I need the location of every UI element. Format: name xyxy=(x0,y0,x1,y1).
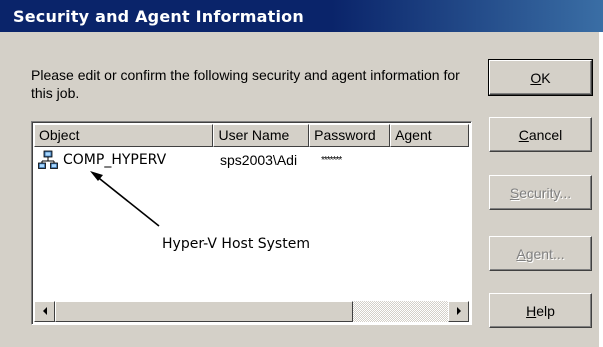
annotation-label: Hyper-V Host System xyxy=(162,236,310,252)
security-label: ecurity... xyxy=(519,184,572,201)
right-arrow-icon xyxy=(456,307,461,315)
security-button[interactable]: Security... xyxy=(489,175,592,210)
cancel-label: ancel xyxy=(528,126,563,143)
security-accel: S xyxy=(509,184,520,201)
dialog-title: Security and Agent Information xyxy=(13,7,304,26)
scroll-left-button[interactable] xyxy=(34,301,55,322)
cancel-button[interactable]: Cancel xyxy=(489,117,592,152)
ok-label: K xyxy=(541,69,551,86)
scroll-right-button[interactable] xyxy=(448,301,469,322)
instruction-text: Please edit or confirm the following sec… xyxy=(31,67,460,101)
annotation-arrow xyxy=(90,171,160,227)
agent-accel: A xyxy=(516,245,526,262)
help-label: elp xyxy=(536,302,555,319)
horizontal-scrollbar[interactable] xyxy=(34,301,469,322)
cancel-accel: C xyxy=(518,126,529,143)
agent-button[interactable]: Agent... xyxy=(489,236,592,271)
agent-label: gent... xyxy=(525,245,565,262)
ok-accel: O xyxy=(530,69,542,86)
left-arrow-icon xyxy=(42,307,47,315)
help-button[interactable]: Help xyxy=(489,293,592,328)
window-edge xyxy=(599,32,603,347)
security-agent-dialog: Security and Agent Information Please ed… xyxy=(0,0,603,347)
ok-button[interactable]: OK xyxy=(488,59,593,96)
scroll-thumb[interactable] xyxy=(55,301,353,322)
title-bar: Security and Agent Information xyxy=(0,0,603,32)
object-list[interactable]: Object User Name Password Agent COMP_HYP… xyxy=(31,121,472,325)
help-accel: H xyxy=(526,302,537,319)
